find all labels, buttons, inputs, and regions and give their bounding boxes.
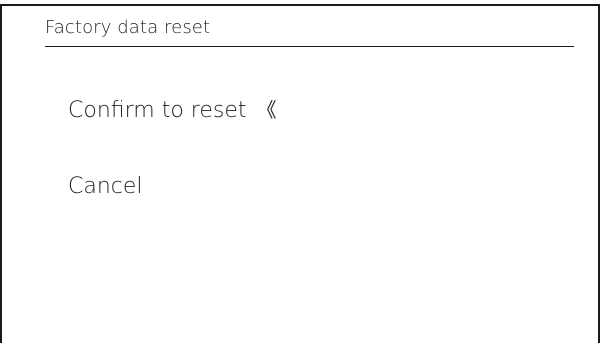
confirm-reset-option[interactable]: Confirm to reset 《 <box>68 95 277 126</box>
frame-left-border <box>0 4 2 343</box>
confirm-reset-label: Confirm to reset <box>68 98 247 123</box>
cancel-option[interactable]: Cancel <box>68 172 143 202</box>
cancel-label: Cancel <box>68 174 143 199</box>
frame-right-border <box>598 4 600 343</box>
header-divider <box>45 46 574 47</box>
factory-reset-screen: Factory data reset Confirm to reset 《 Can… <box>0 0 602 343</box>
page-title: Factory data reset <box>45 17 211 38</box>
selection-marker-icon: 《 <box>256 98 277 122</box>
frame-top-border <box>0 4 600 6</box>
